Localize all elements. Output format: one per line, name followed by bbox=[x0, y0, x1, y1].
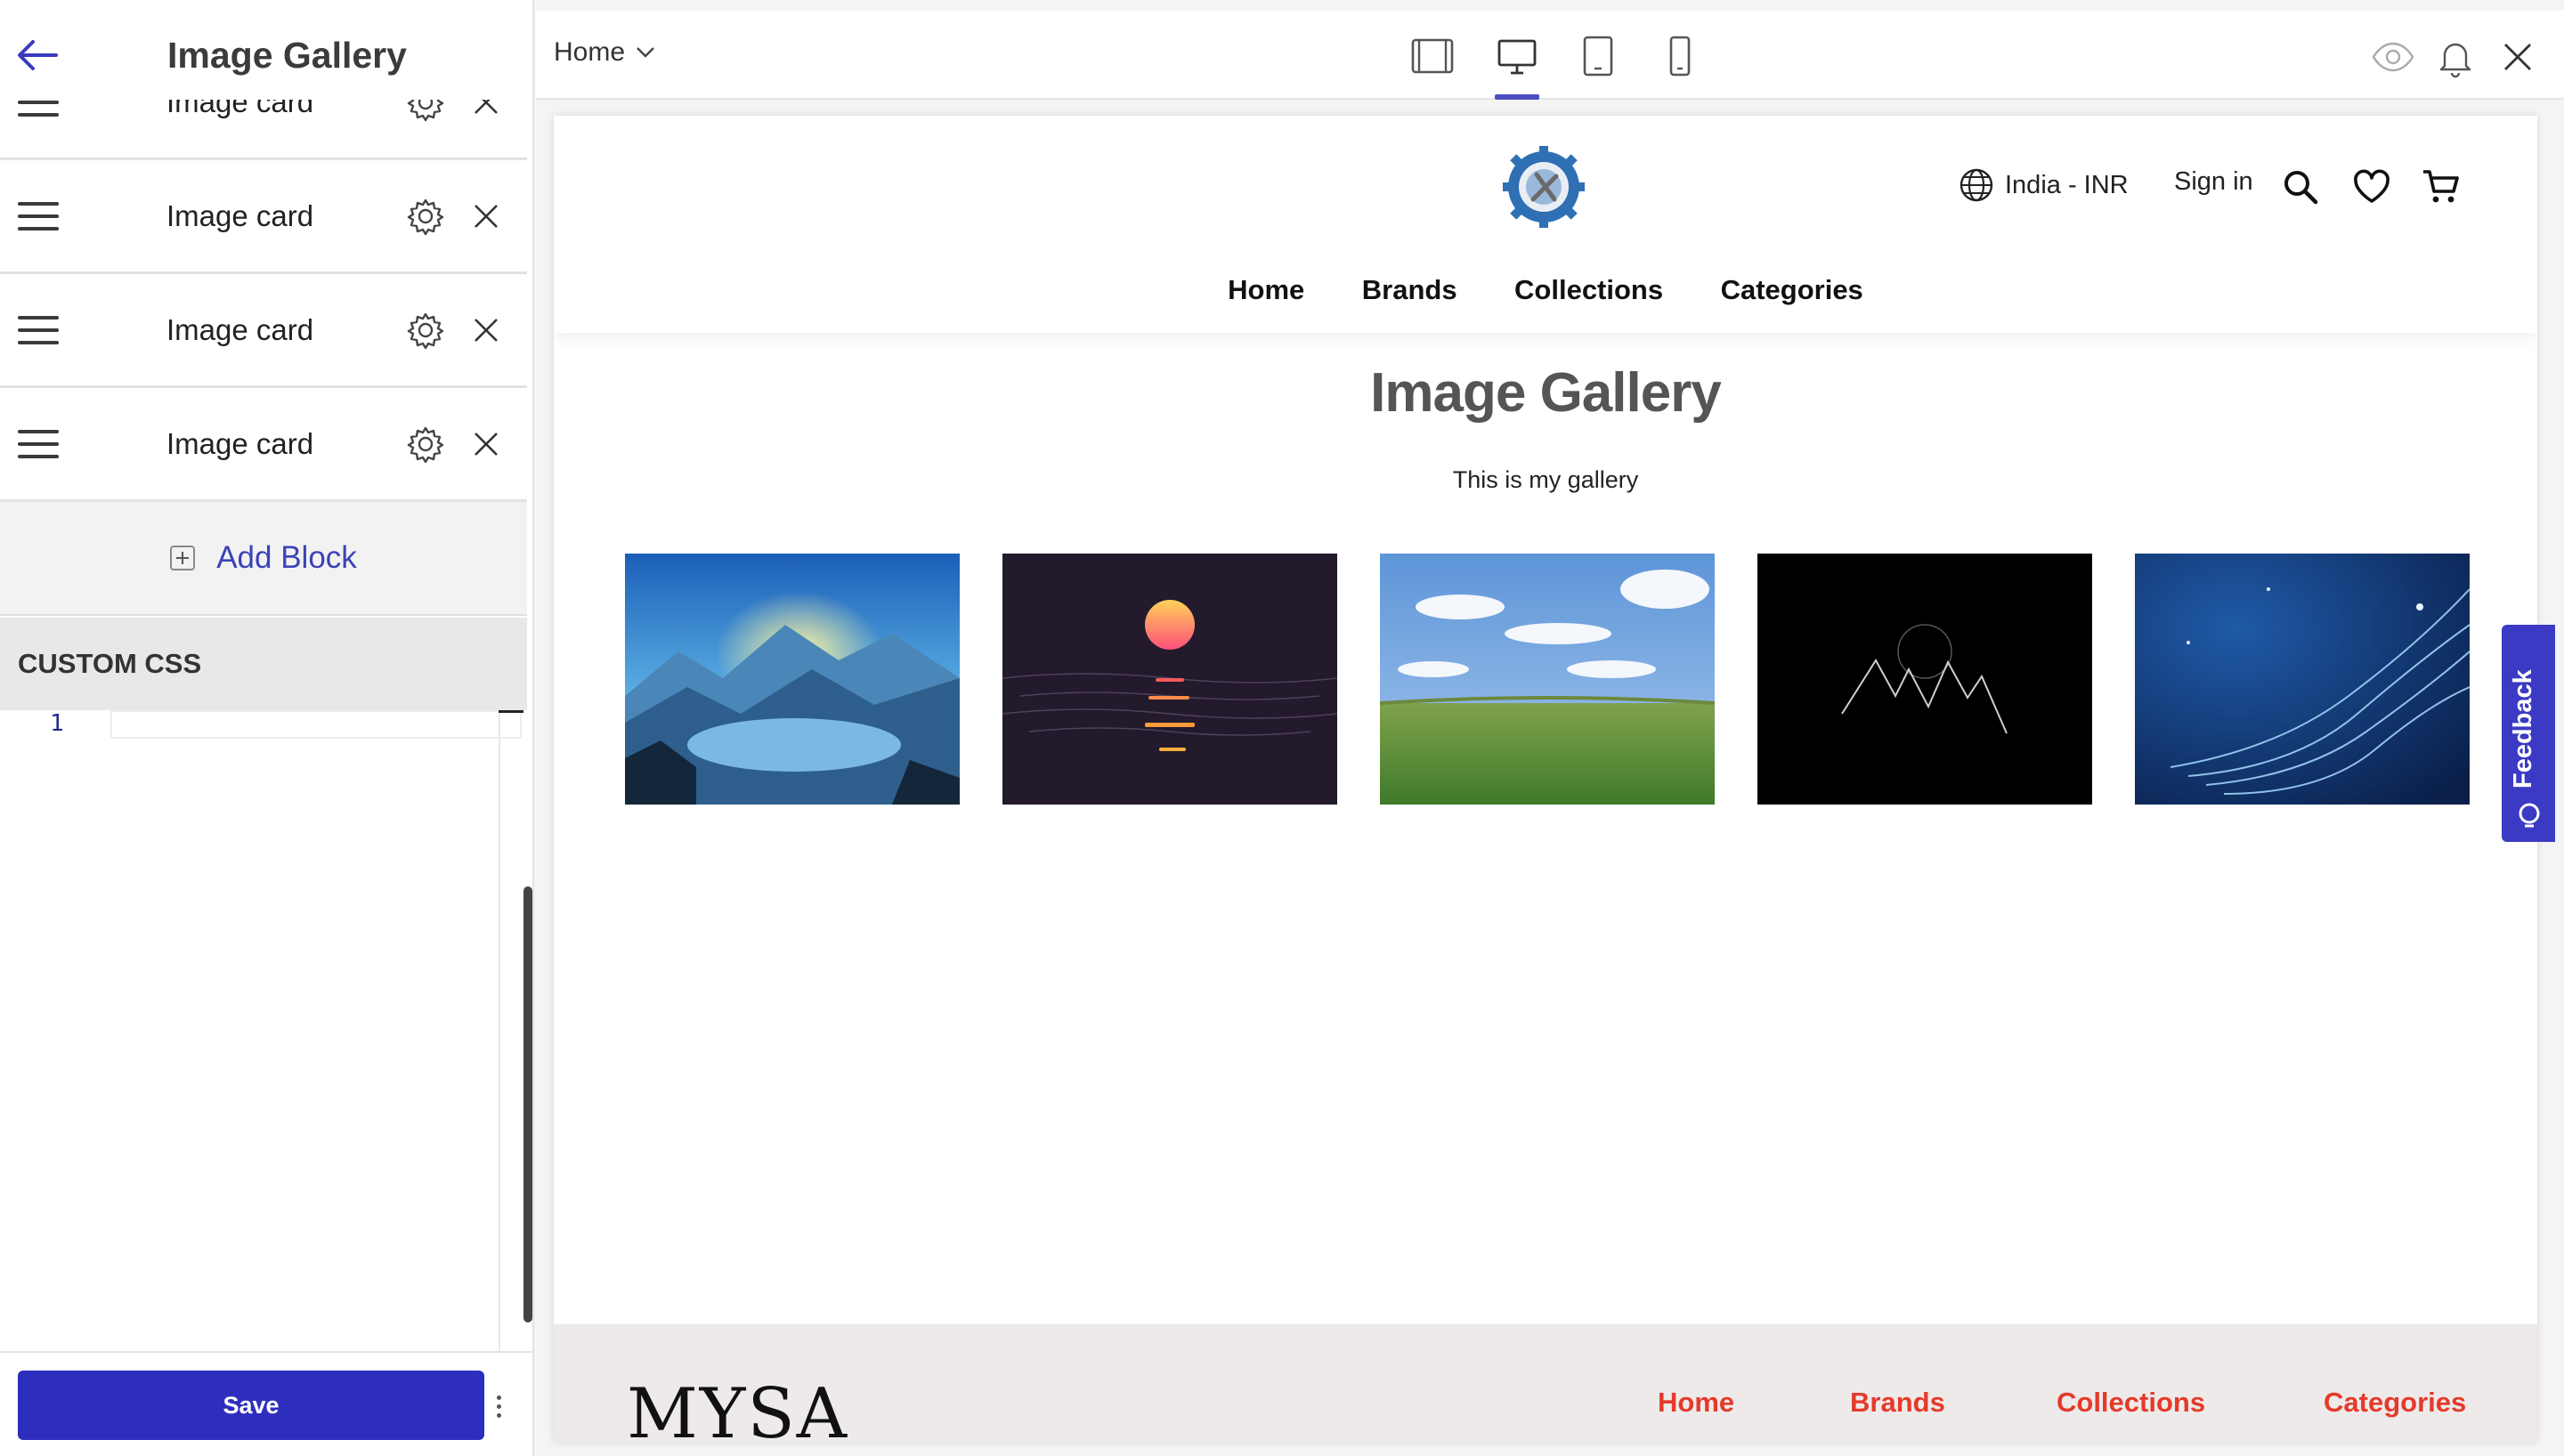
footer-brand-logo[interactable]: MYSA bbox=[627, 1379, 848, 1442]
locale-label: India - INR bbox=[2005, 170, 2129, 199]
close-editor-icon[interactable] bbox=[2496, 36, 2539, 78]
footer-nav-collections[interactable]: Collections bbox=[2057, 1387, 2205, 1419]
feedback-tab[interactable]: Feedback bbox=[2502, 625, 2555, 842]
sunset-sea-image[interactable] bbox=[1002, 554, 1337, 805]
footer-nav-categories[interactable]: Categories bbox=[2324, 1387, 2466, 1419]
gear-icon[interactable] bbox=[405, 196, 446, 237]
dark-mountains-image[interactable] bbox=[1757, 554, 2092, 805]
feedback-label: Feedback bbox=[2509, 669, 2537, 789]
blue-waves-image[interactable] bbox=[2135, 554, 2470, 805]
nav-categories[interactable]: Categories bbox=[1721, 274, 1863, 306]
drag-handle-icon[interactable] bbox=[18, 201, 59, 231]
plus-icon bbox=[170, 546, 196, 570]
block-label: Image card bbox=[166, 198, 314, 232]
gear-icon[interactable] bbox=[405, 310, 446, 351]
gallery-title: Image Gallery bbox=[1370, 362, 1722, 424]
footer-nav-home[interactable]: Home bbox=[1658, 1387, 1734, 1419]
nav-brands[interactable]: Brands bbox=[1362, 274, 1457, 306]
scrollbar[interactable] bbox=[523, 886, 532, 1323]
sidebar-header: Image Gallery bbox=[0, 11, 532, 100]
line-number: 1 bbox=[50, 710, 64, 737]
eye-icon[interactable] bbox=[2372, 36, 2414, 78]
block-row[interactable]: Image card bbox=[0, 274, 527, 388]
fullscreen-view-icon[interactable] bbox=[1410, 34, 1455, 78]
block-row[interactable]: Image card bbox=[0, 388, 527, 502]
editor-toolbar: Home bbox=[536, 11, 2564, 100]
green-meadow-image[interactable] bbox=[1380, 554, 1715, 805]
gear-icon[interactable] bbox=[405, 424, 446, 465]
main-nav: Home Brands Collections Categories bbox=[554, 274, 2537, 306]
lightbulb-icon bbox=[2519, 803, 2540, 828]
bell-icon[interactable] bbox=[2434, 36, 2477, 78]
site-logo[interactable] bbox=[1501, 144, 1586, 230]
close-icon[interactable] bbox=[470, 428, 502, 460]
sign-in-link[interactable]: Sign in bbox=[2174, 167, 2253, 197]
close-icon[interactable] bbox=[470, 200, 502, 232]
save-button[interactable]: Save bbox=[18, 1371, 484, 1440]
editor-scroll-marker bbox=[499, 710, 523, 713]
chevron-down-icon bbox=[637, 47, 654, 58]
nav-home[interactable]: Home bbox=[1228, 274, 1304, 306]
site-preview: India - INR Sign in Home Brands Collecti… bbox=[554, 116, 2537, 1442]
drag-handle-icon[interactable] bbox=[18, 429, 59, 458]
editor-sidebar: Image Gallery Image card Image card Imag… bbox=[0, 0, 534, 1456]
sidebar-title: Image Gallery bbox=[167, 34, 407, 76]
globe-icon bbox=[1960, 168, 1993, 202]
nav-collections[interactable]: Collections bbox=[1514, 274, 1663, 306]
code-line[interactable] bbox=[110, 710, 522, 739]
block-list: Image card Image card Image card Image c… bbox=[0, 46, 527, 502]
add-block-button[interactable]: Add Block bbox=[0, 502, 527, 616]
custom-css-heading: CUSTOM CSS bbox=[0, 618, 527, 710]
add-block-label: Add Block bbox=[216, 540, 357, 575]
site-footer: MYSA Home Brands Collections Categories bbox=[554, 1324, 2537, 1442]
custom-css-editor[interactable]: 1 bbox=[0, 710, 527, 1351]
back-arrow-icon[interactable] bbox=[0, 11, 75, 100]
footer-nav-brands[interactable]: Brands bbox=[1850, 1387, 1945, 1419]
block-row[interactable]: Image card bbox=[0, 160, 527, 274]
more-options-icon[interactable] bbox=[497, 1395, 504, 1418]
editor-divider bbox=[499, 710, 500, 1351]
cart-icon[interactable] bbox=[2422, 167, 2461, 206]
mobile-view-icon[interactable] bbox=[1658, 34, 1702, 78]
desktop-view-icon[interactable] bbox=[1495, 34, 1539, 100]
site-header: India - INR Sign in Home Brands Collecti… bbox=[554, 116, 2537, 333]
drag-handle-icon[interactable] bbox=[18, 315, 59, 344]
heart-icon[interactable] bbox=[2352, 167, 2391, 206]
close-icon[interactable] bbox=[470, 314, 502, 346]
tablet-view-icon[interactable] bbox=[1576, 34, 1620, 78]
sidebar-footer: Save bbox=[0, 1351, 532, 1456]
page-selector-label: Home bbox=[554, 37, 626, 67]
mountain-lake-image[interactable] bbox=[625, 554, 960, 805]
locale-selector[interactable]: India - INR bbox=[1959, 167, 2129, 203]
search-icon[interactable] bbox=[2281, 167, 2320, 206]
block-label: Image card bbox=[166, 426, 314, 460]
block-label: Image card bbox=[166, 312, 314, 346]
gallery-subtitle: This is my gallery bbox=[1452, 466, 1639, 493]
page-selector[interactable]: Home bbox=[554, 37, 655, 68]
